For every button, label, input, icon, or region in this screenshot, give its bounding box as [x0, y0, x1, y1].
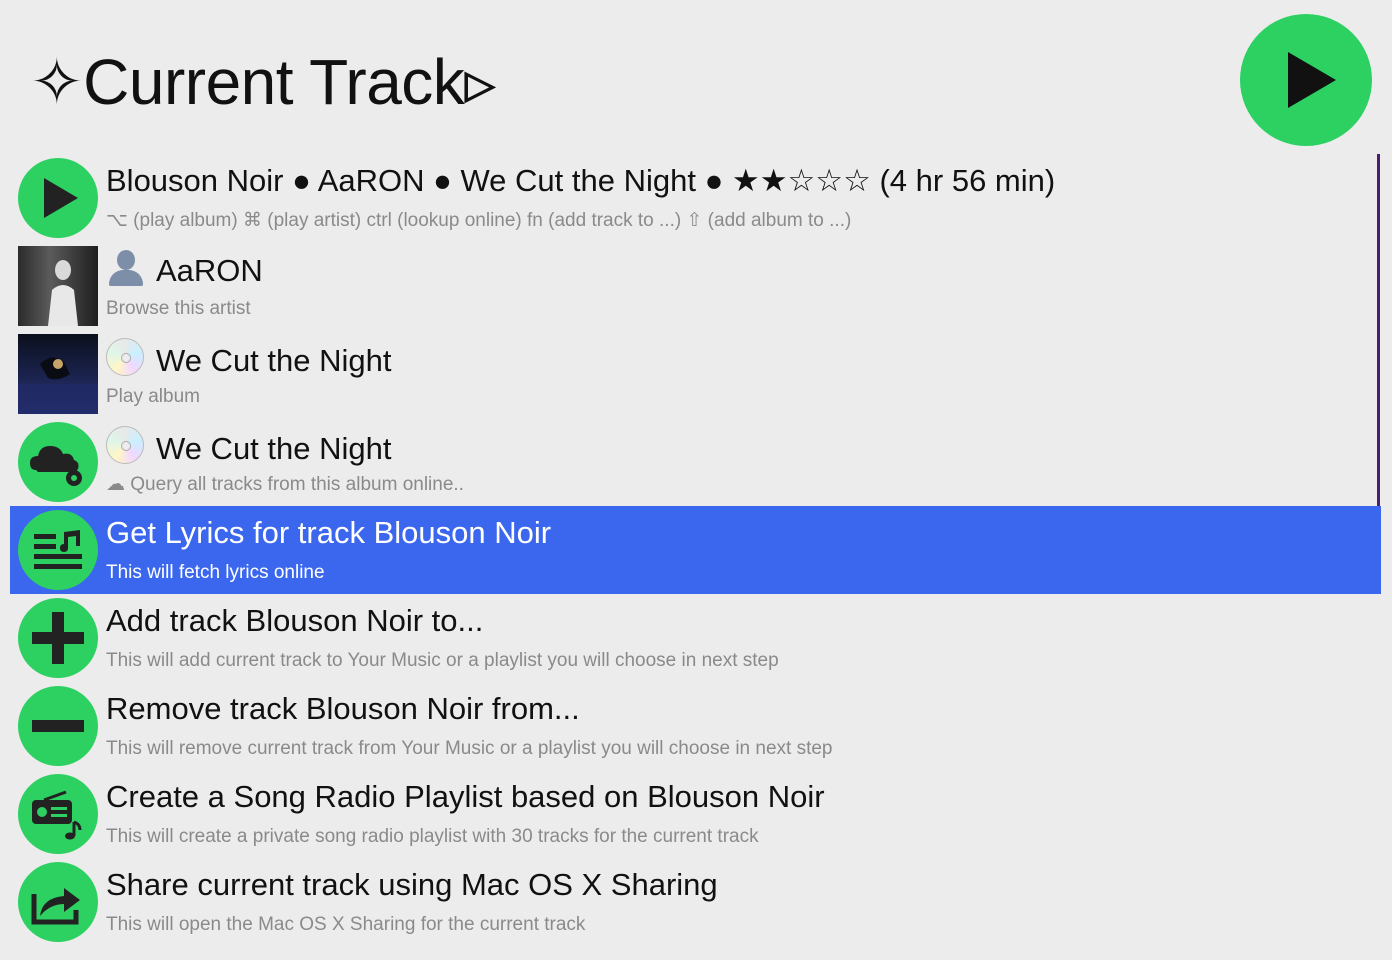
item-subtitle: This will fetch lyrics online: [106, 562, 325, 583]
item-title-text: We Cut the Night: [156, 431, 392, 466]
list-item-artist[interactable]: AaRON Browse this artist: [10, 242, 1381, 330]
play-icon: [18, 158, 98, 238]
list-item-add-track[interactable]: Add track Blouson Noir to... This will a…: [10, 594, 1381, 682]
item-title: Get Lyrics for track Blouson Noir: [106, 515, 552, 550]
item-title: Remove track Blouson Noir from...: [106, 691, 580, 726]
item-subtitle: This will open the Mac OS X Sharing for …: [106, 914, 586, 935]
item-title: Blouson Noir ● AaRON ● We Cut the Night …: [106, 163, 1056, 198]
artist-thumbnail: [18, 246, 98, 326]
list-item-album[interactable]: We Cut the Night Play album: [10, 330, 1381, 418]
cloud-icon: [18, 422, 98, 502]
item-title: AaRON: [106, 250, 263, 290]
person-icon: [106, 250, 146, 286]
minus-icon: [18, 686, 98, 766]
radio-icon: [18, 774, 98, 854]
header: ✧Current Track▹: [0, 0, 1392, 152]
plus-icon: [18, 598, 98, 678]
item-title-text: We Cut the Night: [156, 343, 392, 378]
item-subtitle: ☁ Query all tracks from this album onlin…: [106, 474, 464, 495]
item-title: Create a Song Radio Playlist based on Bl…: [106, 779, 825, 814]
item-title: Share current track using Mac OS X Shari…: [106, 867, 718, 902]
list-item-get-lyrics[interactable]: Get Lyrics for track Blouson Noir This w…: [10, 506, 1381, 594]
item-subtitle: ⌥ (play album) ⌘ (play artist) ctrl (loo…: [106, 210, 852, 231]
item-title: We Cut the Night: [106, 338, 391, 380]
album-cover-thumbnail: [18, 334, 98, 414]
list-item-current-track[interactable]: Blouson Noir ● AaRON ● We Cut the Night …: [10, 154, 1381, 242]
play-button[interactable]: [1240, 14, 1372, 146]
page-title: ✧Current Track▹: [30, 46, 496, 118]
item-title: We Cut the Night: [106, 426, 391, 468]
list-item-song-radio[interactable]: Create a Song Radio Playlist based on Bl…: [10, 770, 1381, 858]
lyrics-icon: [18, 510, 98, 590]
item-subtitle: This will create a private song radio pl…: [106, 826, 759, 847]
item-subtitle: This will add current track to Your Musi…: [106, 650, 779, 671]
results-list: Blouson Noir ● AaRON ● We Cut the Night …: [10, 154, 1381, 946]
cd-icon: [106, 338, 144, 376]
item-subtitle: Play album: [106, 386, 200, 407]
item-subtitle: This will remove current track from Your…: [106, 738, 833, 759]
list-item-share[interactable]: Share current track using Mac OS X Shari…: [10, 858, 1381, 946]
item-title: Add track Blouson Noir to...: [106, 603, 484, 638]
play-icon: [1288, 52, 1336, 108]
share-icon: [18, 862, 98, 942]
item-subtitle: Browse this artist: [106, 298, 251, 319]
list-item-remove-track[interactable]: Remove track Blouson Noir from... This w…: [10, 682, 1381, 770]
cd-icon: [106, 426, 144, 464]
item-title-text: AaRON: [156, 253, 263, 288]
list-item-query-album-online[interactable]: We Cut the Night ☁ Query all tracks from…: [10, 418, 1381, 506]
